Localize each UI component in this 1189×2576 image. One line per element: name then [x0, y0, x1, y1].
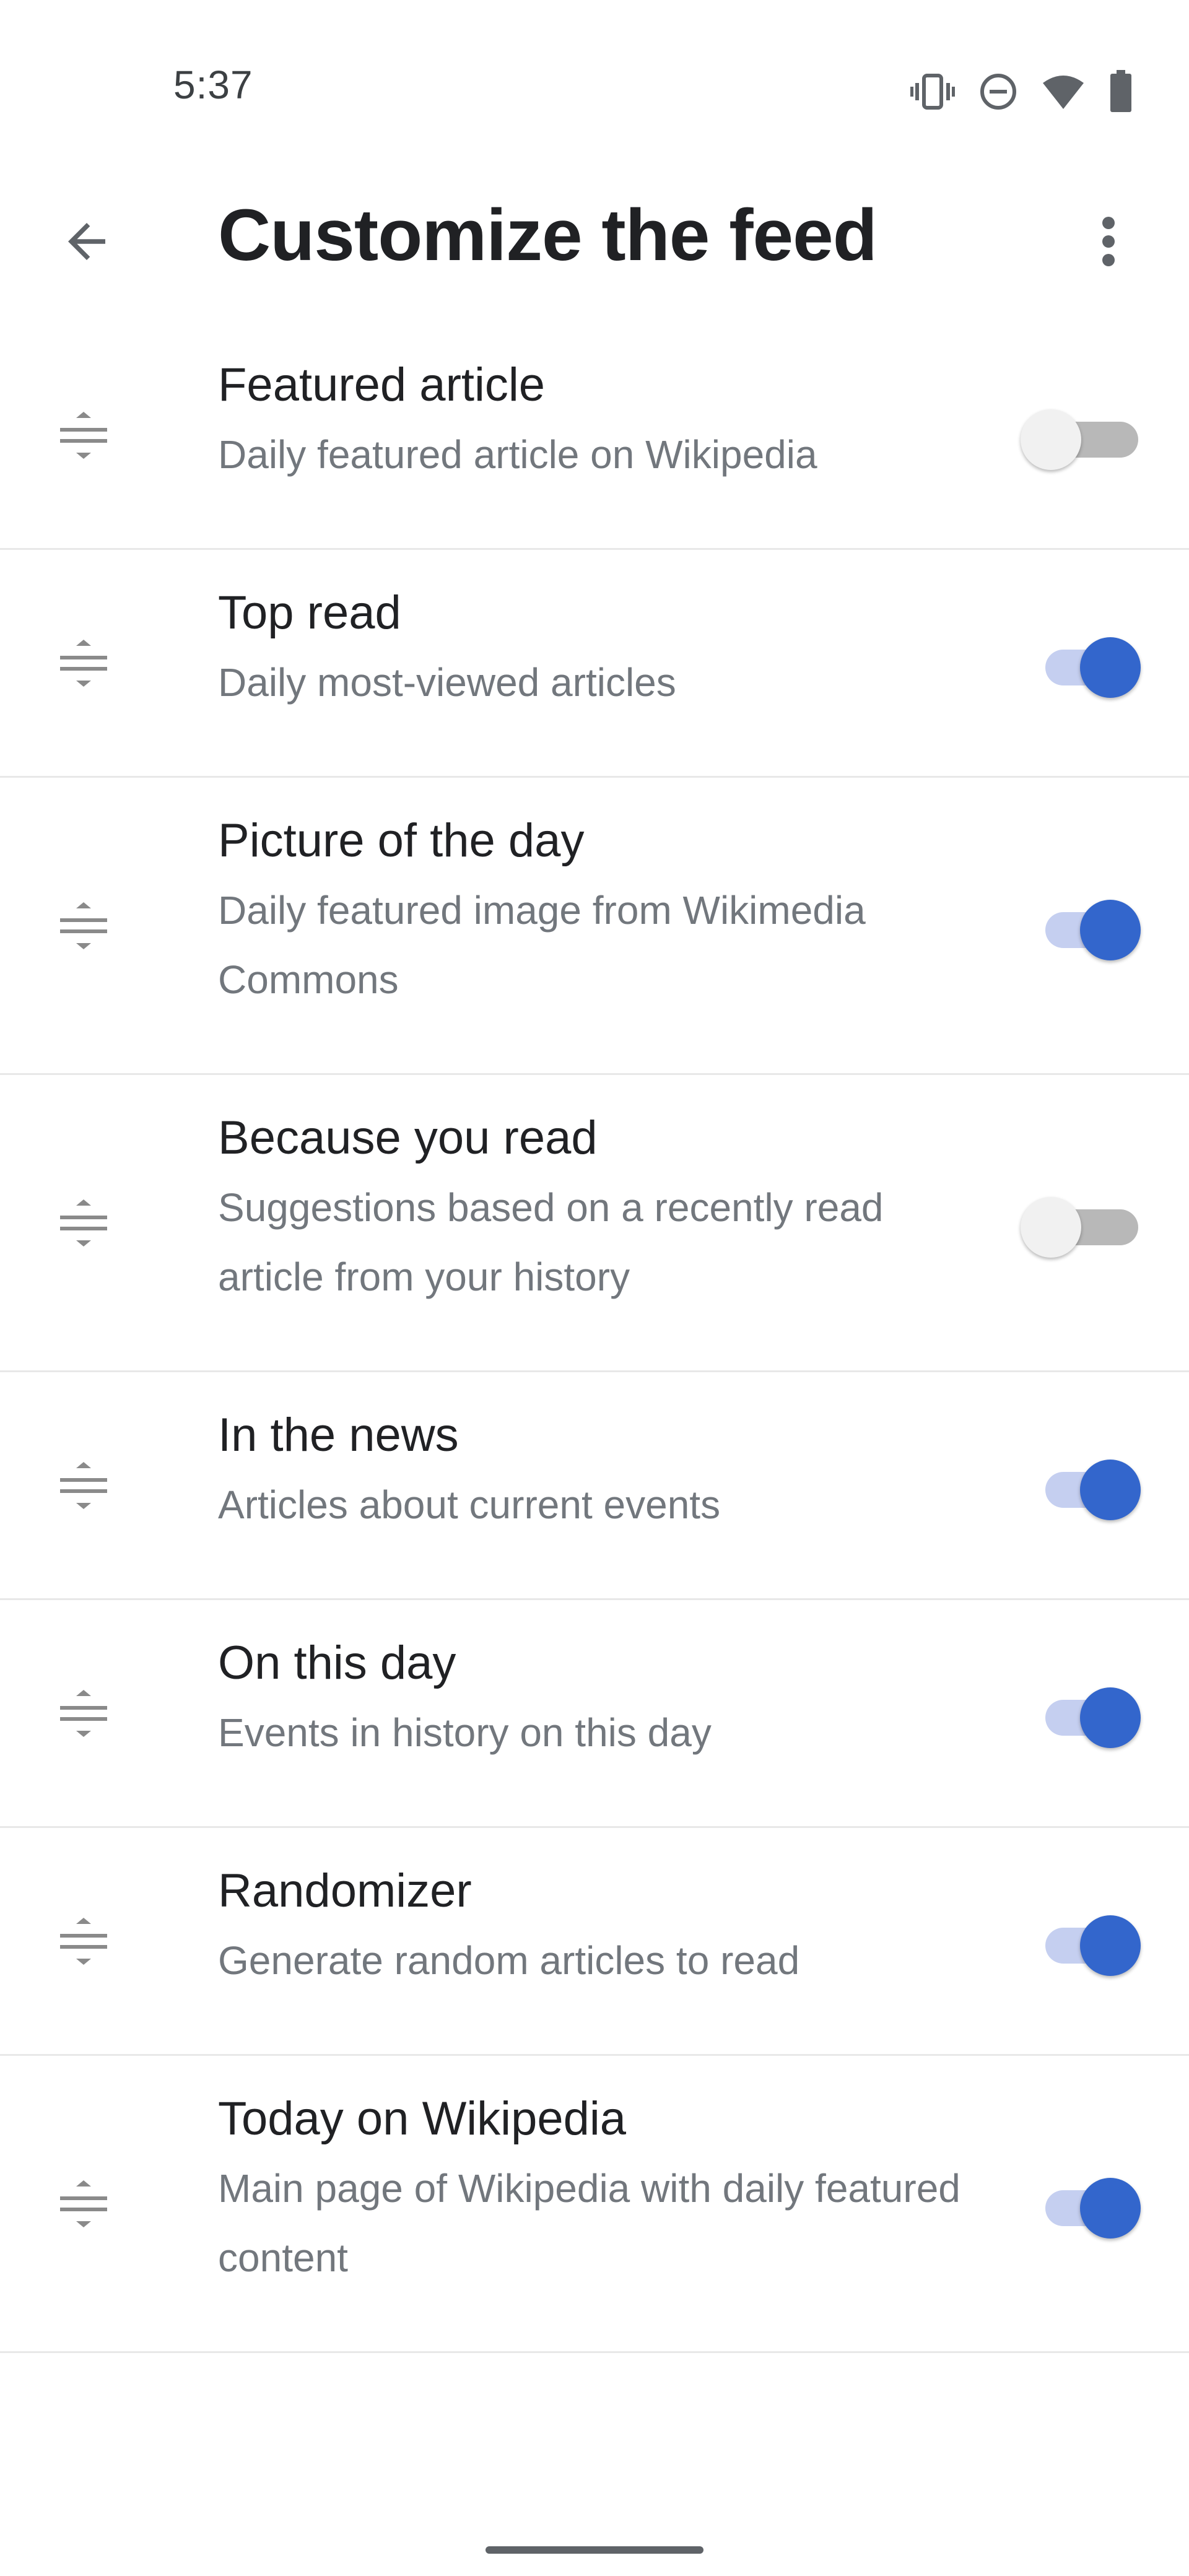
feed-item-picture-of-the-day: Picture of the day Daily featured image … [0, 778, 1189, 1075]
toggle-switch[interactable] [1021, 626, 1144, 700]
item-title: In the news [218, 1409, 459, 1461]
item-title: Top read [218, 586, 401, 639]
item-description: Generate random articles to read [218, 1938, 800, 1983]
feed-item-in-the-news: In the news Articles about current event… [0, 1372, 1189, 1600]
customize-feed-screen: 5:37 Customize the feed Featured article… [0, 0, 1189, 2576]
feed-item-on-this-day: On this day Events in history on this da… [0, 1600, 1189, 1828]
do-not-disturb-icon [980, 74, 1016, 110]
drag-handle-icon[interactable] [56, 1192, 111, 1254]
feed-item-today-on-wikipedia: Today on Wikipedia Main page of Wikipedi… [0, 2056, 1189, 2353]
arrow-back-icon [68, 223, 105, 260]
item-description: Suggestions based on a recently read art… [218, 1185, 884, 1299]
feed-item-top-read: Top read Daily most-viewed articles [0, 550, 1189, 778]
toggle-switch[interactable] [1021, 1904, 1144, 1978]
toggle-switch[interactable] [1021, 889, 1144, 963]
item-description: Daily featured article on Wikipedia [218, 432, 817, 477]
gesture-nav-handle[interactable] [486, 2546, 703, 2554]
item-title: On this day [218, 1637, 456, 1689]
back-button[interactable] [43, 198, 130, 285]
item-description: Events in history on this day [218, 1710, 712, 1755]
page-title: Customize the feed [218, 194, 878, 276]
drag-handle-icon[interactable] [56, 1682, 111, 1744]
feed-item-featured-article: Featured article Daily featured article … [0, 322, 1189, 550]
toggle-switch[interactable] [1021, 1676, 1144, 1751]
feed-settings-list: Featured article Daily featured article … [0, 322, 1189, 2353]
item-description: Main page of Wikipedia with daily featur… [218, 2166, 960, 2280]
item-title: Randomizer [218, 1865, 472, 1917]
feed-item-randomizer: Randomizer Generate random articles to r… [0, 1828, 1189, 2056]
item-description: Daily most-viewed articles [218, 660, 676, 705]
feed-item-because-you-read: Because you read Suggestions based on a … [0, 1075, 1189, 1372]
toggle-switch[interactable] [1021, 398, 1144, 472]
item-title: Picture of the day [218, 814, 585, 867]
vibrate-icon [910, 74, 955, 110]
toggle-switch[interactable] [1021, 1186, 1144, 1260]
more-vert-icon [1102, 217, 1115, 266]
battery-icon [1110, 70, 1131, 112]
toggle-switch[interactable] [1021, 1448, 1144, 1523]
item-description: Daily featured image from Wikimedia Comm… [218, 888, 866, 1002]
app-bar: Customize the feed [0, 161, 1189, 310]
status-time: 5:37 [173, 63, 253, 107]
drag-handle-icon[interactable] [56, 2173, 111, 2235]
drag-handle-icon[interactable] [56, 895, 111, 957]
drag-handle-icon[interactable] [56, 1910, 111, 1972]
item-title: Today on Wikipedia [218, 2092, 627, 2145]
item-description: Articles about current events [218, 1482, 721, 1527]
status-bar: 5:37 [0, 0, 1189, 161]
drag-handle-icon[interactable] [56, 1455, 111, 1516]
toggle-switch[interactable] [1021, 2167, 1144, 2241]
item-title: Featured article [218, 359, 546, 411]
more-options-button[interactable] [1065, 198, 1152, 285]
drag-handle-icon[interactable] [56, 404, 111, 466]
item-title: Because you read [218, 1112, 598, 1164]
wifi-icon [1043, 76, 1084, 109]
drag-handle-icon[interactable] [56, 632, 111, 694]
status-icons [910, 67, 1133, 116]
